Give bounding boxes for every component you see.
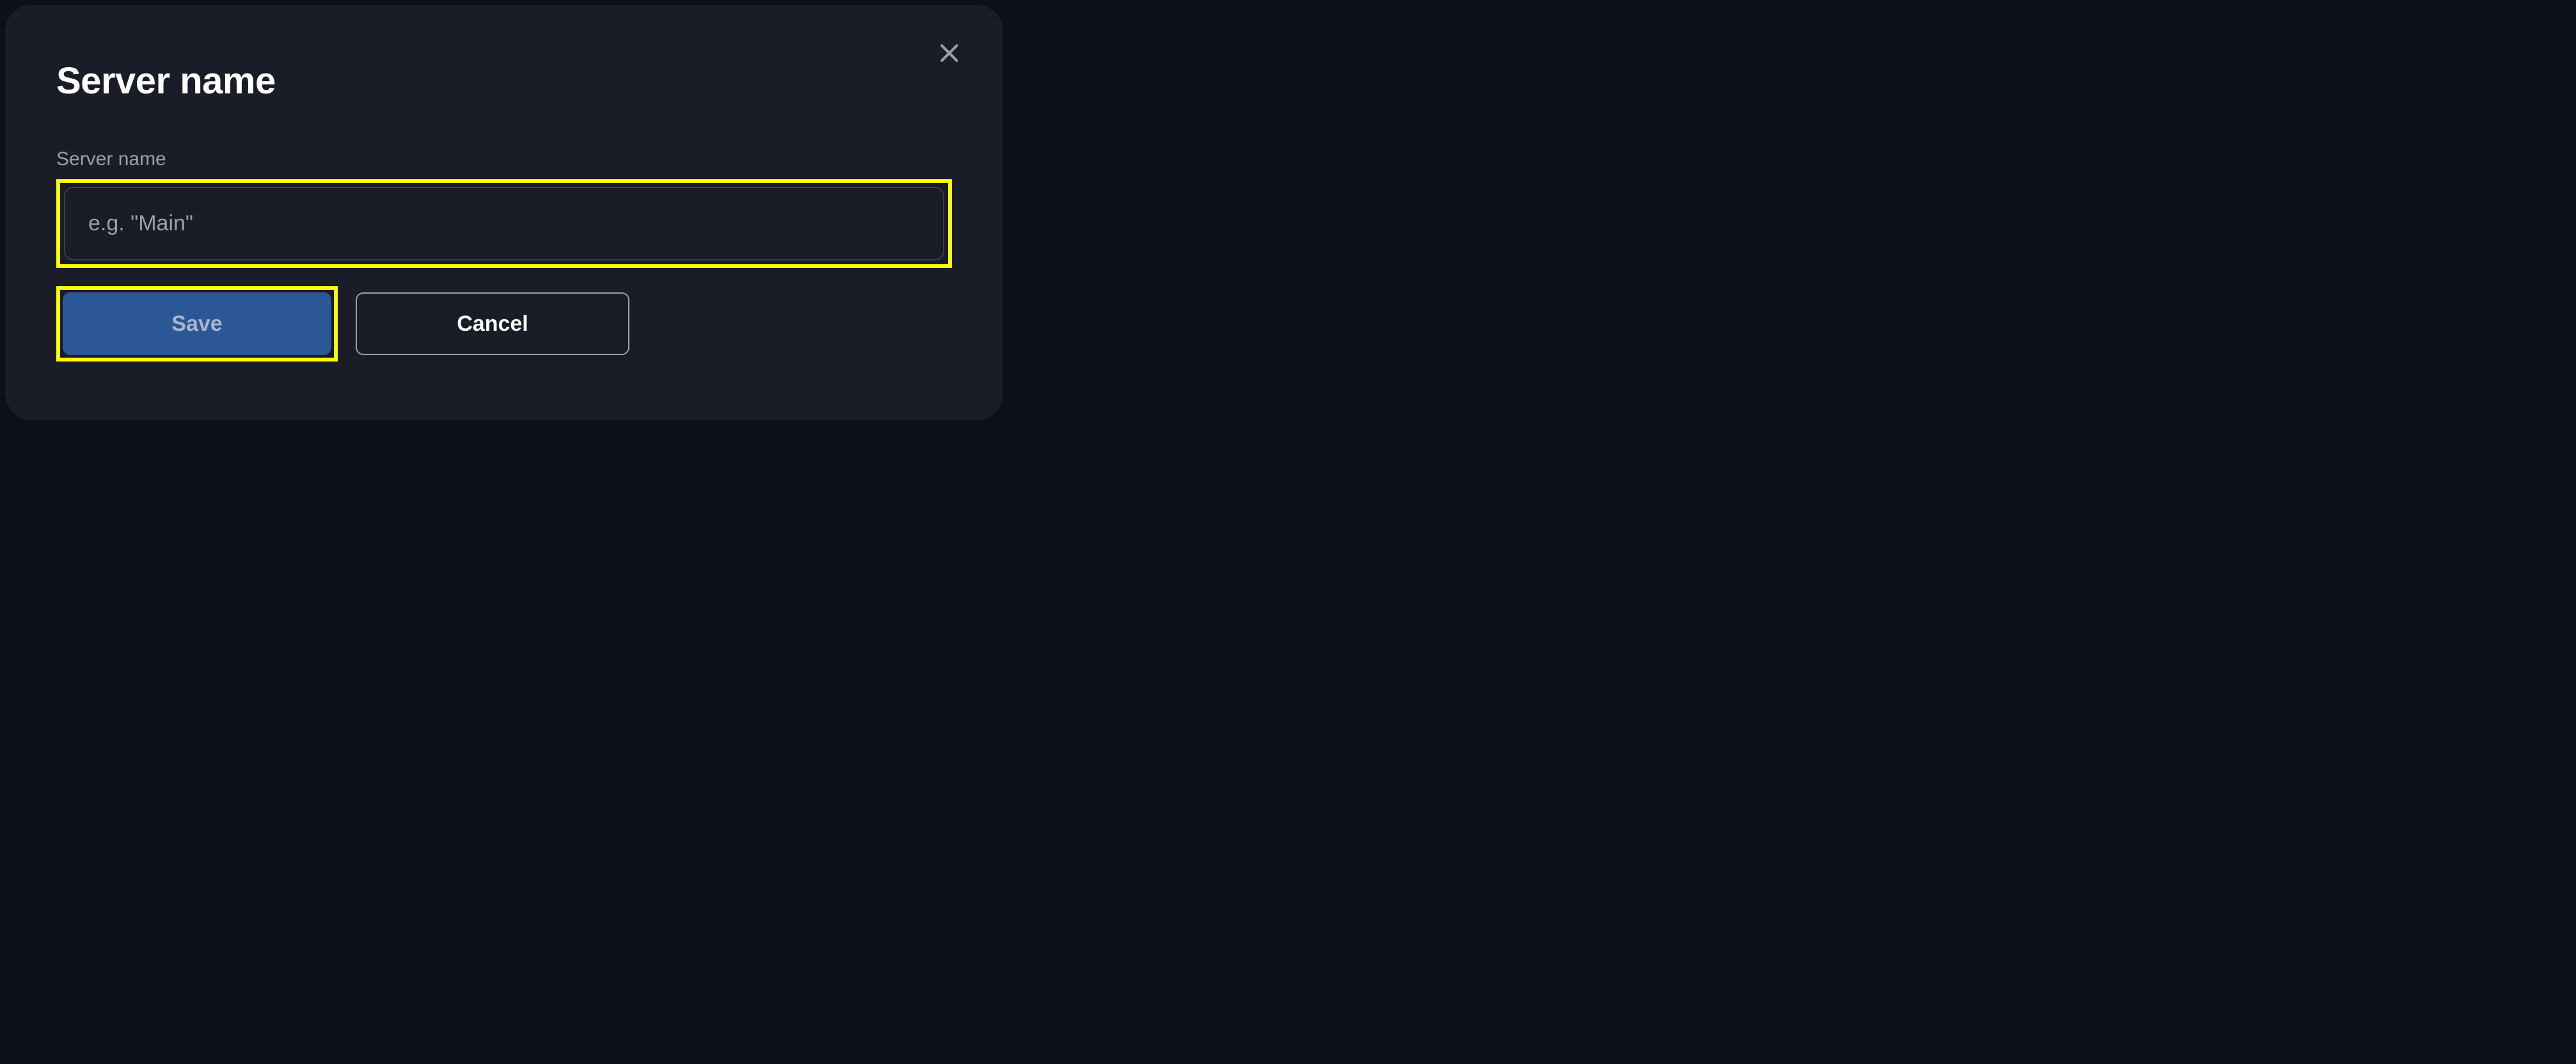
- save-highlight: Save: [56, 286, 338, 361]
- modal-title: Server name: [56, 60, 952, 102]
- save-button[interactable]: Save: [63, 292, 331, 355]
- input-highlight: [56, 179, 952, 268]
- button-row: Save Cancel: [56, 286, 952, 361]
- server-name-input[interactable]: [64, 187, 944, 260]
- close-icon: [936, 40, 962, 68]
- close-button[interactable]: [934, 38, 965, 69]
- server-name-label: Server name: [56, 148, 952, 170]
- server-name-modal: Server name Server name Save Cancel: [5, 5, 1003, 420]
- cancel-button[interactable]: Cancel: [356, 292, 629, 355]
